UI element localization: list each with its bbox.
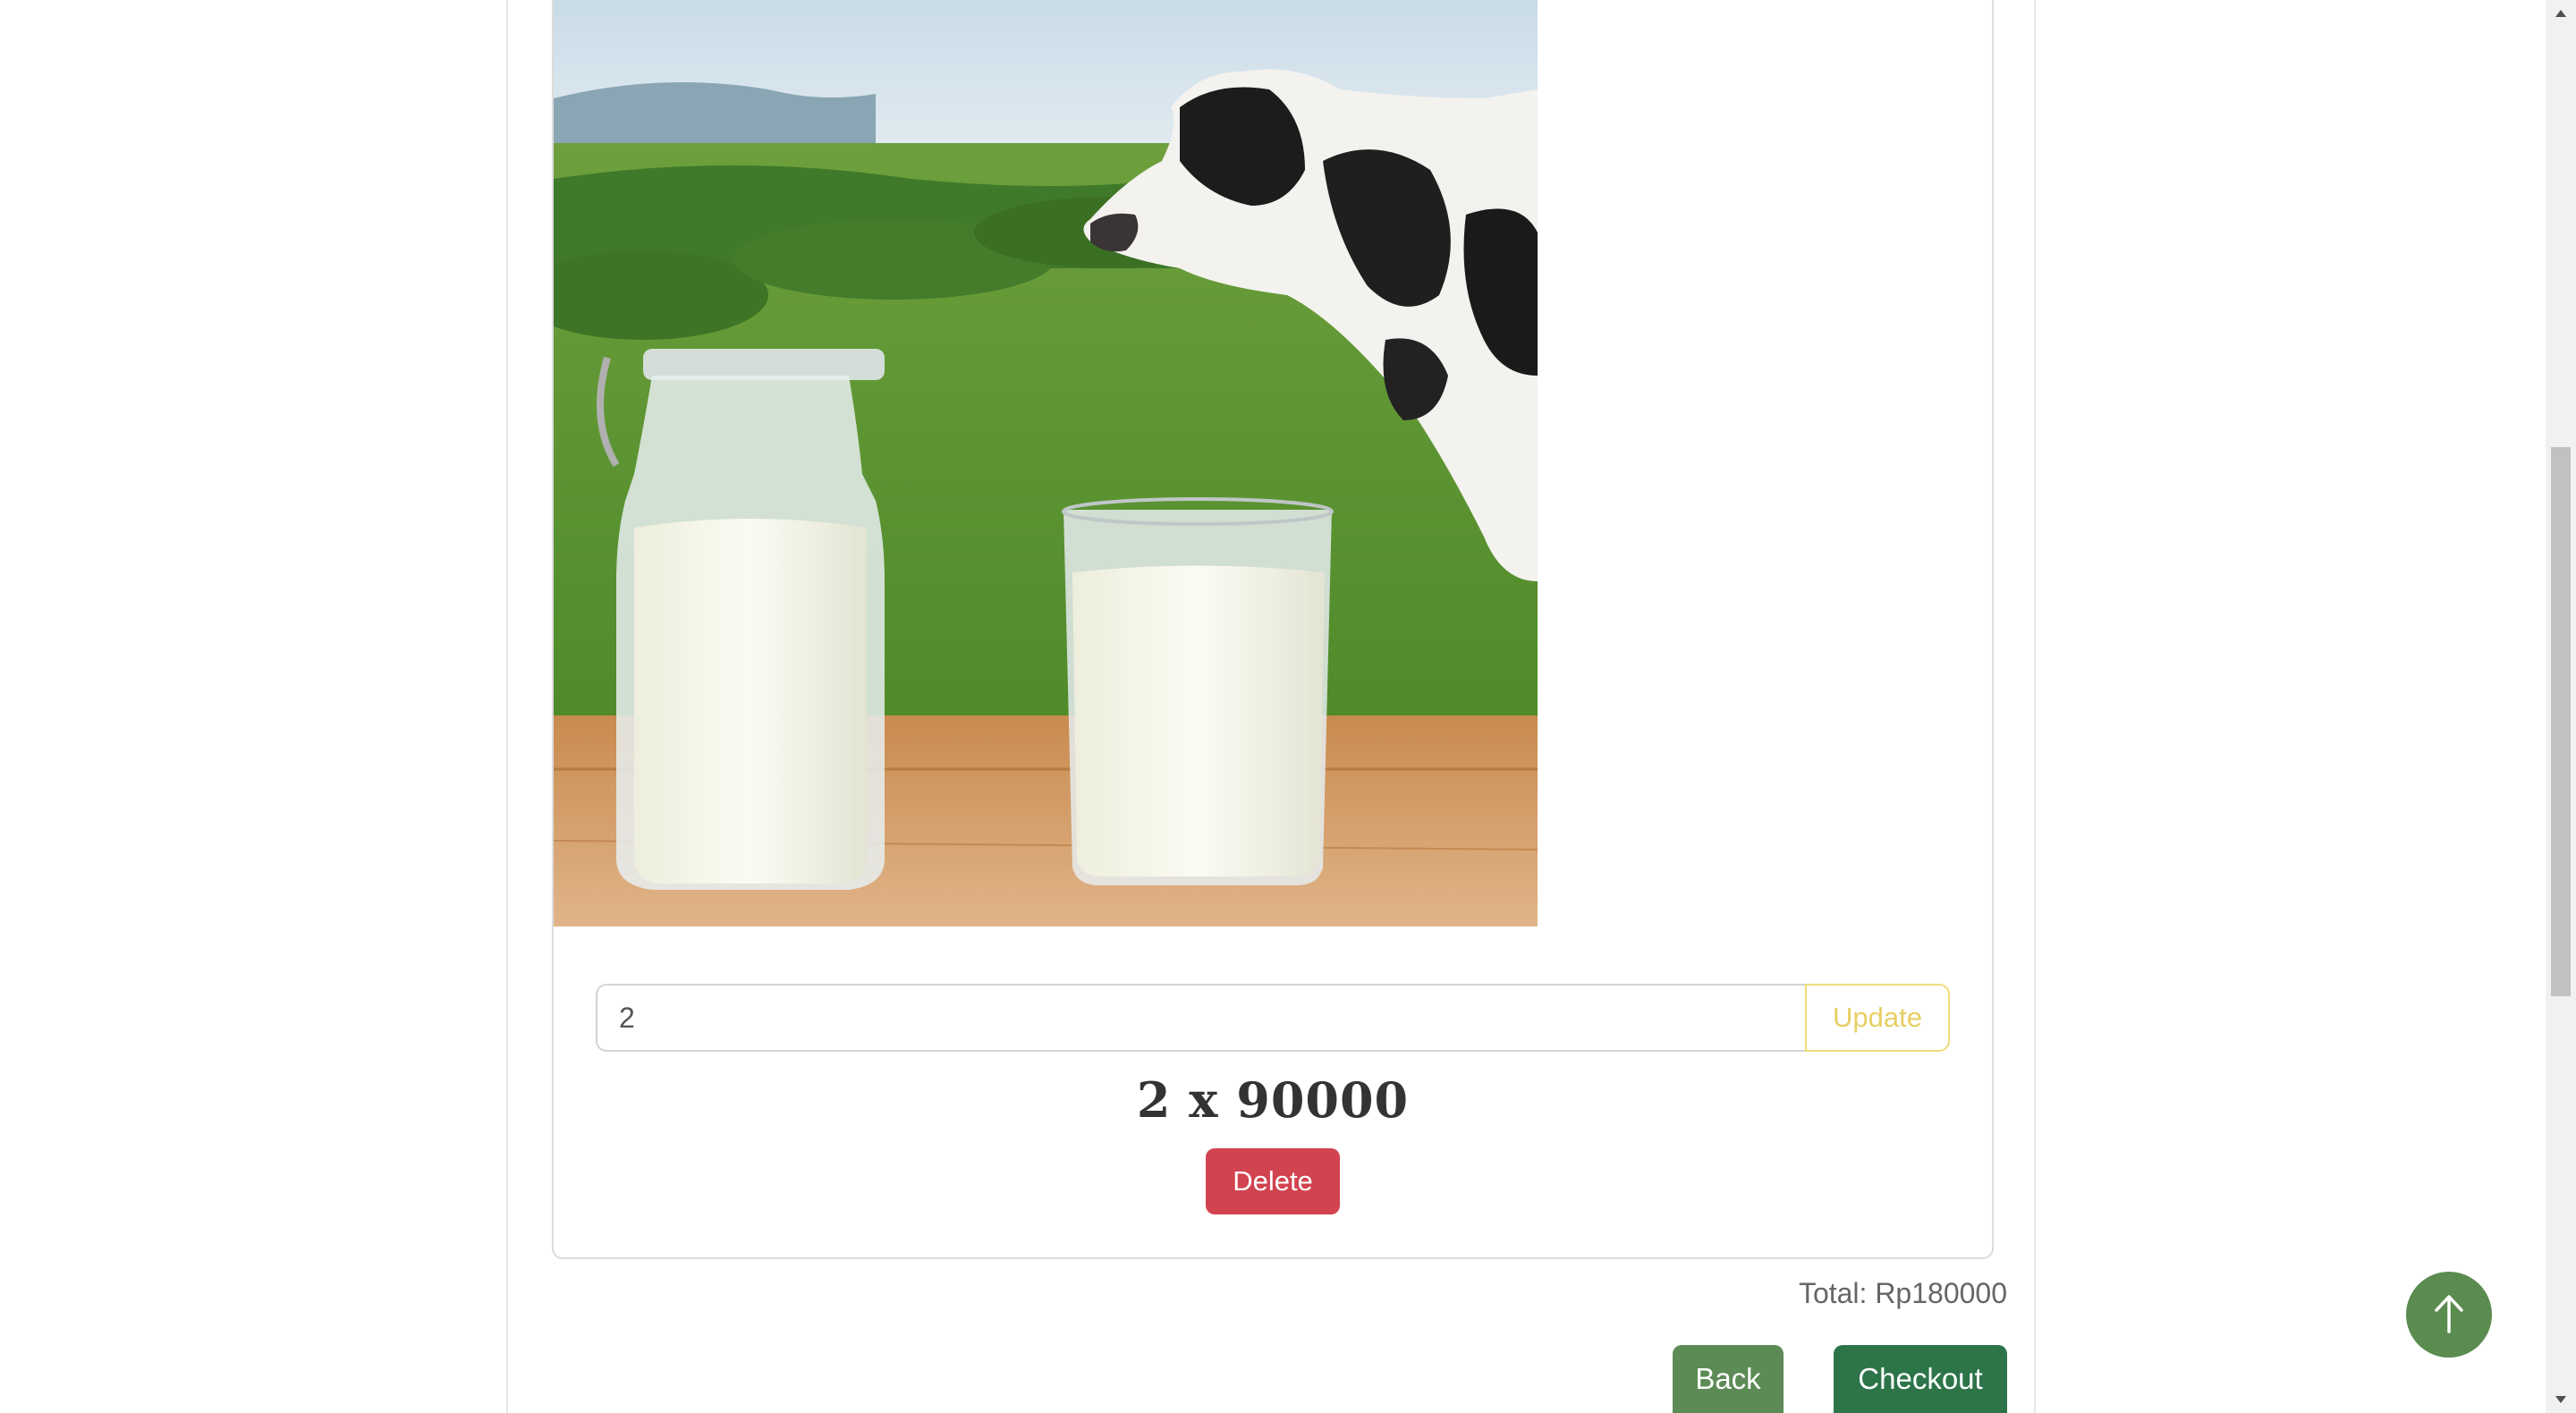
update-button[interactable]: Update	[1805, 984, 1950, 1052]
triangle-down-icon[interactable]	[2546, 1386, 2576, 1413]
cart-total: Total: Rp180000	[1798, 1277, 2007, 1309]
arrow-up-icon	[2431, 1292, 2467, 1338]
scroll-to-top-button[interactable]	[2406, 1272, 2492, 1358]
vertical-scrollbar[interactable]	[2546, 0, 2576, 1413]
product-image	[554, 0, 1538, 926]
page: Update 2 x 90000 Delete Total: Rp180000 …	[0, 0, 2576, 1413]
triangle-up-icon[interactable]	[2546, 0, 2576, 27]
line-total: 2 x 90000	[1136, 1071, 1410, 1129]
scrollbar-thumb[interactable]	[2551, 447, 2571, 996]
delete-button[interactable]: Delete	[1206, 1148, 1340, 1214]
back-button[interactable]: Back	[1673, 1345, 1784, 1413]
checkout-button[interactable]: Checkout	[1834, 1345, 2007, 1413]
quantity-input[interactable]	[596, 984, 1805, 1052]
quantity-form: Update	[596, 984, 1950, 1052]
